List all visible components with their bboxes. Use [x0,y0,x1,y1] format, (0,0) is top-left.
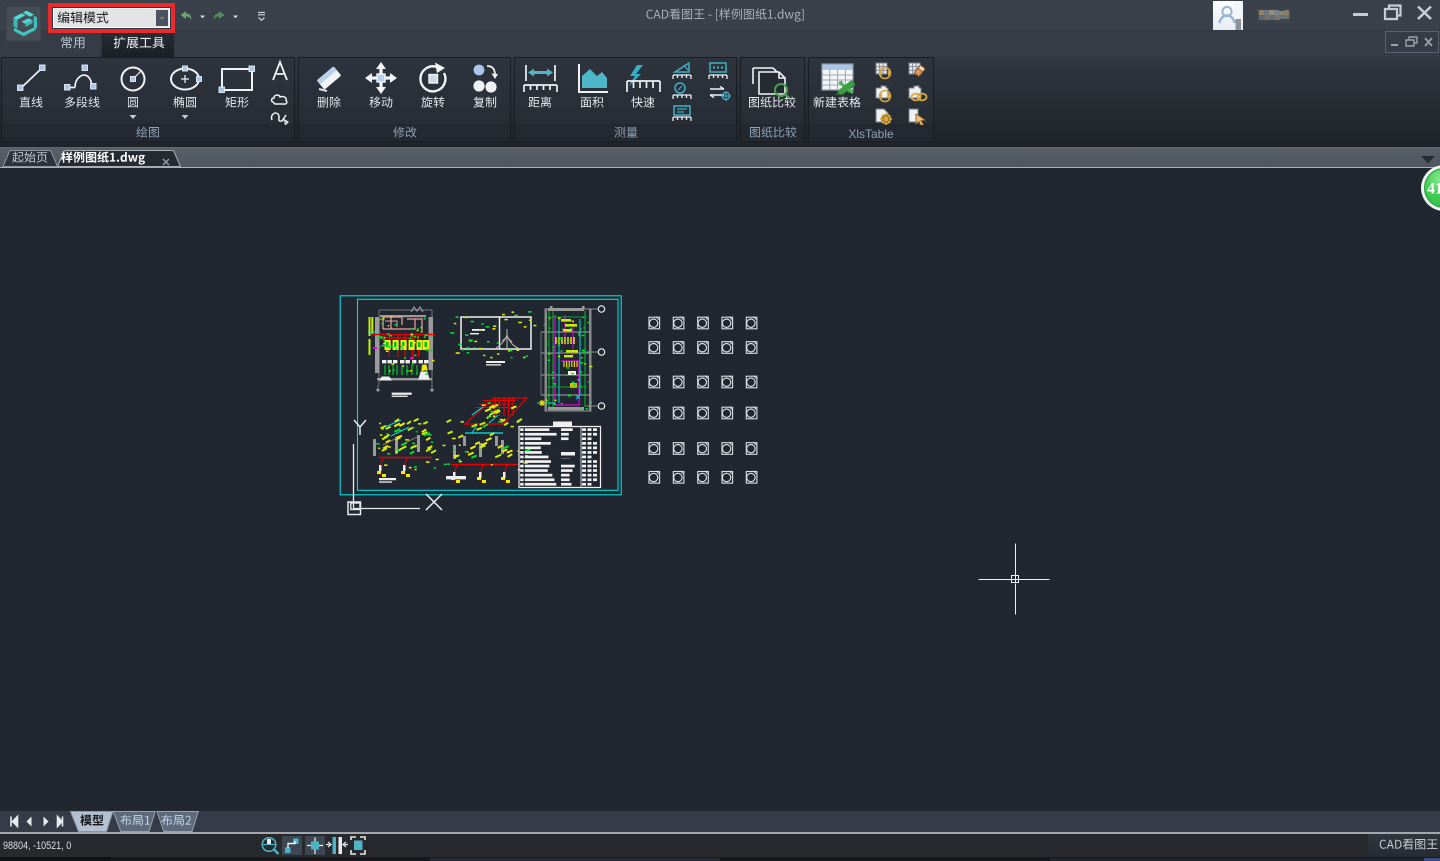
svg-text:41: 41 [1427,181,1440,198]
